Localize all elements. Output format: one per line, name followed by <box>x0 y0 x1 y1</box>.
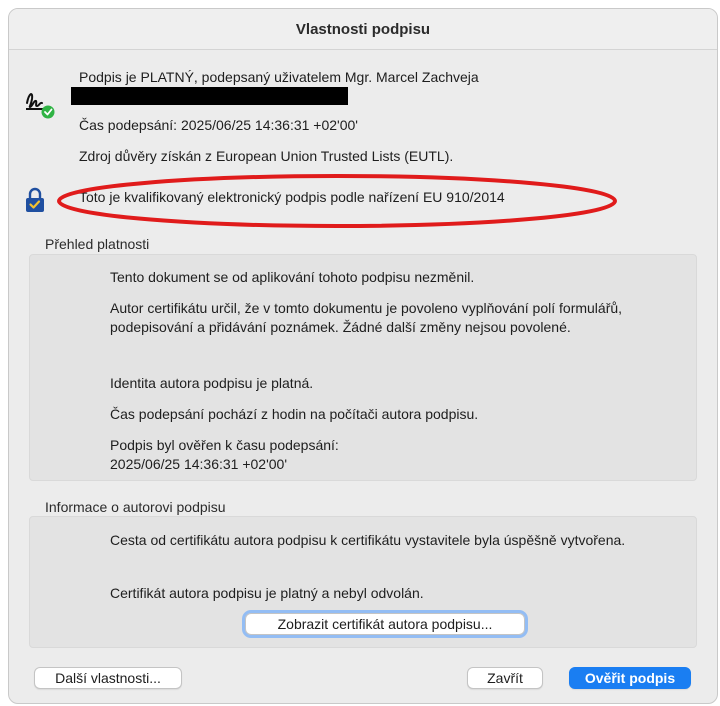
signature-properties-dialog: Vlastnosti podpisu Podpis je PLATNÝ, pod… <box>8 8 718 704</box>
validity-item: Podpis byl ověřen k času podepsání: 2025… <box>110 437 339 472</box>
signer-info-section-label: Informace o autorovi podpisu <box>45 499 226 515</box>
show-certificate-button[interactable]: Zobrazit certifikát autora podpisu... <box>242 610 528 638</box>
validity-section-label: Přehled platnosti <box>45 236 150 252</box>
signature-valid-icon <box>26 93 55 119</box>
highlight-ellipse <box>57 174 617 228</box>
lock-icon <box>26 187 44 212</box>
verify-signature-button[interactable]: Ověřit podpis <box>569 667 691 689</box>
validity-item: Autor certifikátu určil, že v tomto doku… <box>110 300 623 335</box>
signer-info-item: Certifikát autora podpisu je platný a ne… <box>110 585 424 601</box>
trust-source: Zdroj důvěry získán z European Union Tru… <box>79 148 454 164</box>
validity-item: Čas podepsání pochází z hodin na počítač… <box>110 406 479 422</box>
redacted-block <box>71 87 348 105</box>
signing-time: Čas podepsání: 2025/06/25 14:36:31 +02'0… <box>79 117 358 133</box>
validity-panel: Tento dokument se od aplikování tohoto p… <box>29 254 697 481</box>
more-properties-button[interactable]: Další vlastnosti... <box>34 667 182 689</box>
dialog-title: Vlastnosti podpisu <box>9 9 717 50</box>
validity-item: Tento dokument se od aplikování tohoto p… <box>110 269 475 285</box>
signature-status: Podpis je PLATNÝ, podepsaný uživatelem M… <box>79 69 479 85</box>
close-button[interactable]: Zavřít <box>467 667 543 689</box>
signer-info-item: Cesta od certifikátu autora podpisu k ce… <box>110 532 626 548</box>
validity-item: Identita autora podpisu je platná. <box>110 375 314 391</box>
